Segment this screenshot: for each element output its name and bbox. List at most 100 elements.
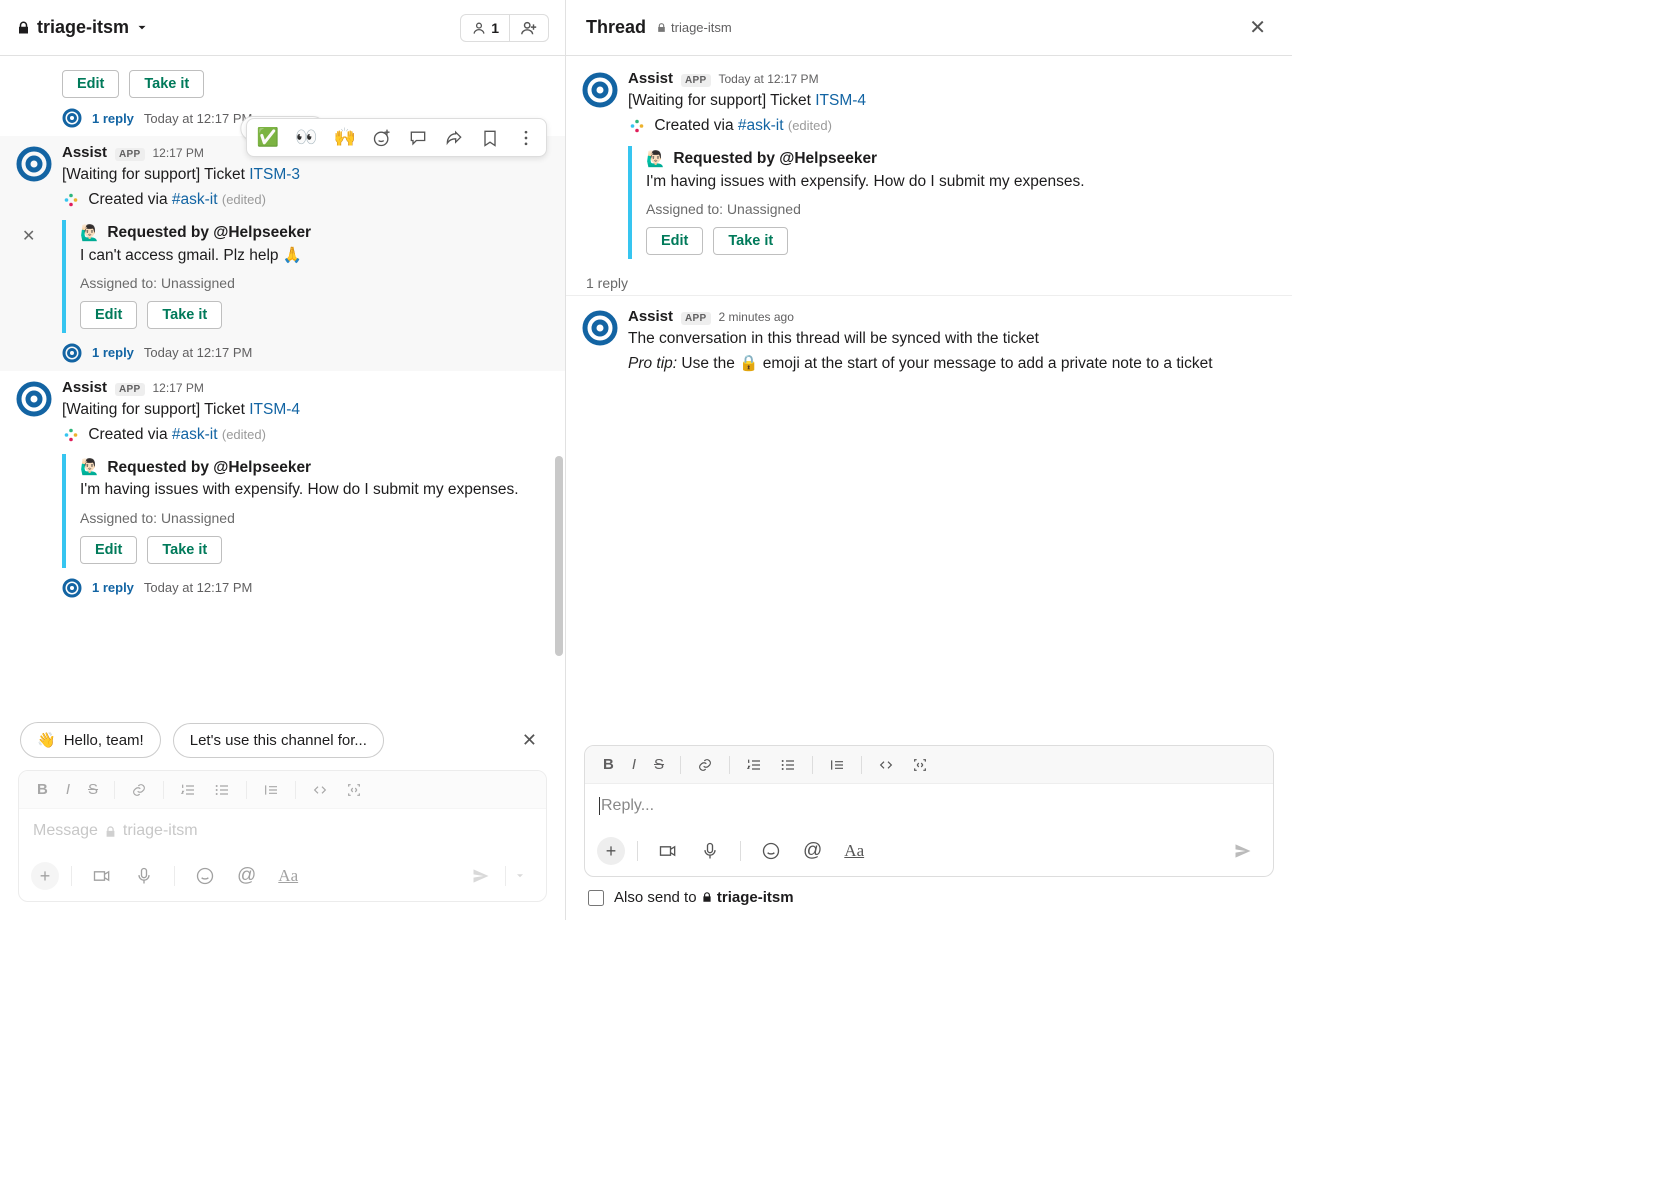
assist-avatar[interactable] [582, 310, 618, 346]
attach-button[interactable]: + [597, 837, 625, 865]
message-timestamp[interactable]: 12:17 PM [153, 381, 204, 395]
mic-button[interactable] [692, 835, 728, 867]
edit-button[interactable]: Edit [80, 536, 137, 564]
message-timestamp[interactable]: Today at 12:17 PM [719, 72, 819, 86]
separator [163, 781, 164, 799]
send-button[interactable] [1225, 837, 1261, 865]
bullet-list-button[interactable] [206, 778, 238, 802]
close-thread-button[interactable]: ✕ [1243, 9, 1272, 46]
mic-button[interactable] [126, 860, 162, 892]
bold-button[interactable]: B [29, 777, 56, 802]
smile-icon [195, 866, 215, 886]
assist-avatar[interactable] [16, 381, 52, 417]
emoji-button[interactable] [753, 835, 789, 867]
slack-icon [628, 117, 646, 135]
message-timestamp[interactable]: 2 minutes ago [719, 310, 794, 324]
react-raised-button[interactable]: 🙌 [326, 123, 364, 152]
pro-tip-text-b: emoji at the start of your message to ad… [758, 355, 1212, 372]
sender-name[interactable]: Assist [62, 144, 107, 161]
link-button[interactable] [689, 753, 721, 777]
ticket-link[interactable]: ITSM-3 [249, 166, 300, 183]
codeblock-button[interactable] [904, 753, 936, 777]
code-button[interactable] [870, 753, 902, 777]
take-it-button[interactable]: Take it [713, 227, 788, 255]
chevron-down-icon [514, 870, 526, 882]
assist-avatar[interactable] [16, 146, 52, 182]
react-check-button[interactable]: ✅ [249, 123, 287, 152]
blockquote-button[interactable] [821, 753, 853, 777]
requested-by: Requested by @Helpseeker [107, 224, 311, 242]
ordered-list-button[interactable] [738, 753, 770, 777]
channel-link[interactable]: #ask-it [172, 426, 218, 443]
codeblock-button[interactable] [338, 778, 370, 802]
message-list[interactable]: Today Edit Take it 1 reply Today at 12:1… [0, 56, 565, 712]
video-button[interactable] [650, 835, 686, 867]
suggestion-pill[interactable]: 👋 Hello, team! [20, 722, 161, 758]
react-eyes-button[interactable]: 👀 [287, 123, 325, 152]
more-actions-button[interactable] [508, 124, 544, 152]
dismiss-suggestions-button[interactable]: ✕ [514, 730, 545, 751]
assist-avatar[interactable] [582, 72, 618, 108]
member-count-button[interactable]: 1 [461, 15, 509, 41]
format-toggle-button[interactable]: Aa [836, 835, 872, 867]
take-it-button[interactable]: Take it [147, 536, 222, 564]
bookmark-button[interactable] [472, 124, 508, 152]
add-reaction-button[interactable] [364, 124, 400, 152]
format-toggle-button[interactable]: Aa [270, 860, 306, 892]
edit-button[interactable]: Edit [62, 70, 119, 98]
take-it-button[interactable]: Take it [129, 70, 204, 98]
blockquote-button[interactable] [255, 778, 287, 802]
reply-count-link[interactable]: 1 reply [92, 345, 134, 360]
channel-link[interactable]: #ask-it [738, 117, 784, 134]
sender-name[interactable]: Assist [62, 379, 107, 396]
reply-count-link[interactable]: 1 reply [92, 111, 134, 126]
edit-button[interactable]: Edit [646, 227, 703, 255]
suggestion-text: Let's use this channel for... [190, 732, 367, 749]
share-button[interactable] [436, 124, 472, 152]
attach-button[interactable]: + [31, 862, 59, 890]
message-timestamp[interactable]: 12:17 PM [153, 146, 204, 160]
bullet-list-button[interactable] [772, 753, 804, 777]
sender-name[interactable]: Assist [628, 70, 673, 87]
reply-time: Today at 12:17 PM [144, 345, 252, 360]
ticket-link[interactable]: ITSM-4 [815, 92, 866, 109]
requester-emoji: 🙋🏻‍♂️ [80, 224, 99, 243]
edit-button[interactable]: Edit [80, 301, 137, 329]
reply-input[interactable]: Reply... [585, 784, 1273, 828]
mention-button[interactable]: @ [795, 834, 830, 868]
quote-icon [263, 782, 279, 798]
slack-icon [62, 191, 80, 209]
strike-button[interactable]: S [80, 777, 106, 802]
remove-attachment-button[interactable]: ✕ [22, 226, 35, 246]
also-send-checkbox[interactable] [588, 890, 604, 906]
add-person-button[interactable] [509, 15, 548, 41]
link-button[interactable] [123, 778, 155, 802]
italic-button[interactable]: I [58, 777, 78, 802]
code-button[interactable] [304, 778, 336, 802]
suggestion-pill[interactable]: Let's use this channel for... [173, 723, 384, 758]
app-badge: APP [115, 148, 144, 161]
reply-thread-button[interactable] [400, 124, 436, 152]
video-button[interactable] [84, 860, 120, 892]
channel-name-button[interactable]: triage-itsm [16, 17, 149, 38]
reply-count-link[interactable]: 1 reply [92, 580, 134, 595]
ticket-link[interactable]: ITSM-4 [249, 401, 300, 418]
channel-link[interactable]: #ask-it [172, 191, 218, 208]
sender-name[interactable]: Assist [628, 308, 673, 325]
mention-button[interactable]: @ [229, 859, 264, 893]
scrollbar[interactable] [555, 456, 563, 656]
send-button[interactable] [463, 862, 499, 890]
emoji-button[interactable] [187, 860, 223, 892]
thread-message-list[interactable]: Assist APP Today at 12:17 PM [Waiting fo… [566, 56, 1292, 741]
thread-subtitle[interactable]: triage-itsm [656, 20, 732, 35]
bold-button[interactable]: B [595, 752, 622, 777]
assist-avatar-small [62, 108, 82, 128]
take-it-button[interactable]: Take it [147, 301, 222, 329]
italic-button[interactable]: I [624, 752, 644, 777]
ordered-list-button[interactable] [172, 778, 204, 802]
send-options-button[interactable] [505, 866, 534, 886]
ticket-prefix: [Waiting for support] Ticket [628, 92, 815, 109]
message-input[interactable]: Message triage-itsm [19, 809, 546, 853]
strike-button[interactable]: S [646, 752, 672, 777]
composer-actions: + @ Aa [585, 828, 1273, 876]
